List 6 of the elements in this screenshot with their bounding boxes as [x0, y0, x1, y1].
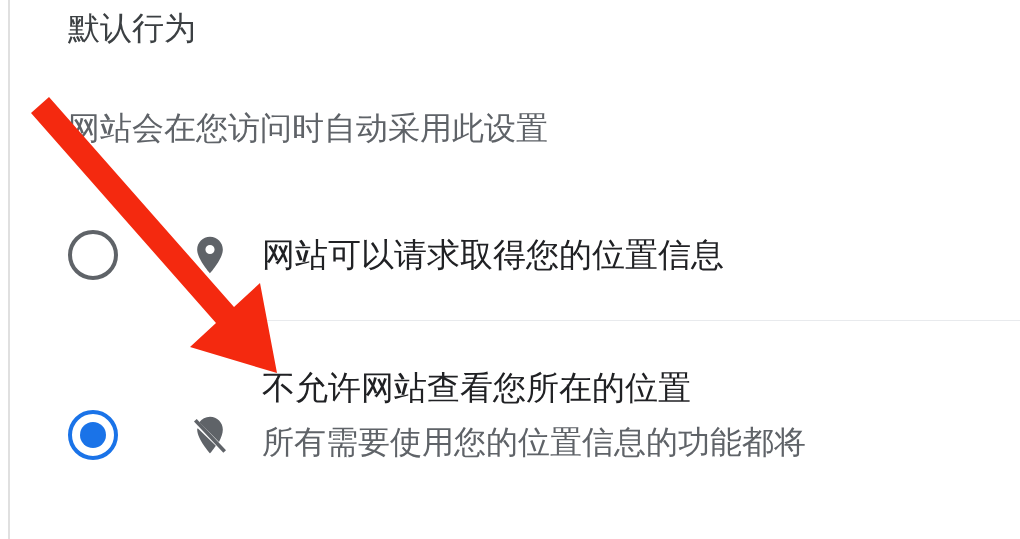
radio-button[interactable]	[68, 230, 118, 280]
option-label: 不允许网站查看您所在的位置	[262, 367, 691, 409]
option-label: 网站可以请求取得您的位置信息	[262, 234, 724, 276]
radio-button[interactable]	[68, 409, 118, 460]
option-description: 所有需要使用您的位置信息的功能都将	[262, 422, 806, 463]
section-title: 默认行为	[68, 8, 196, 49]
